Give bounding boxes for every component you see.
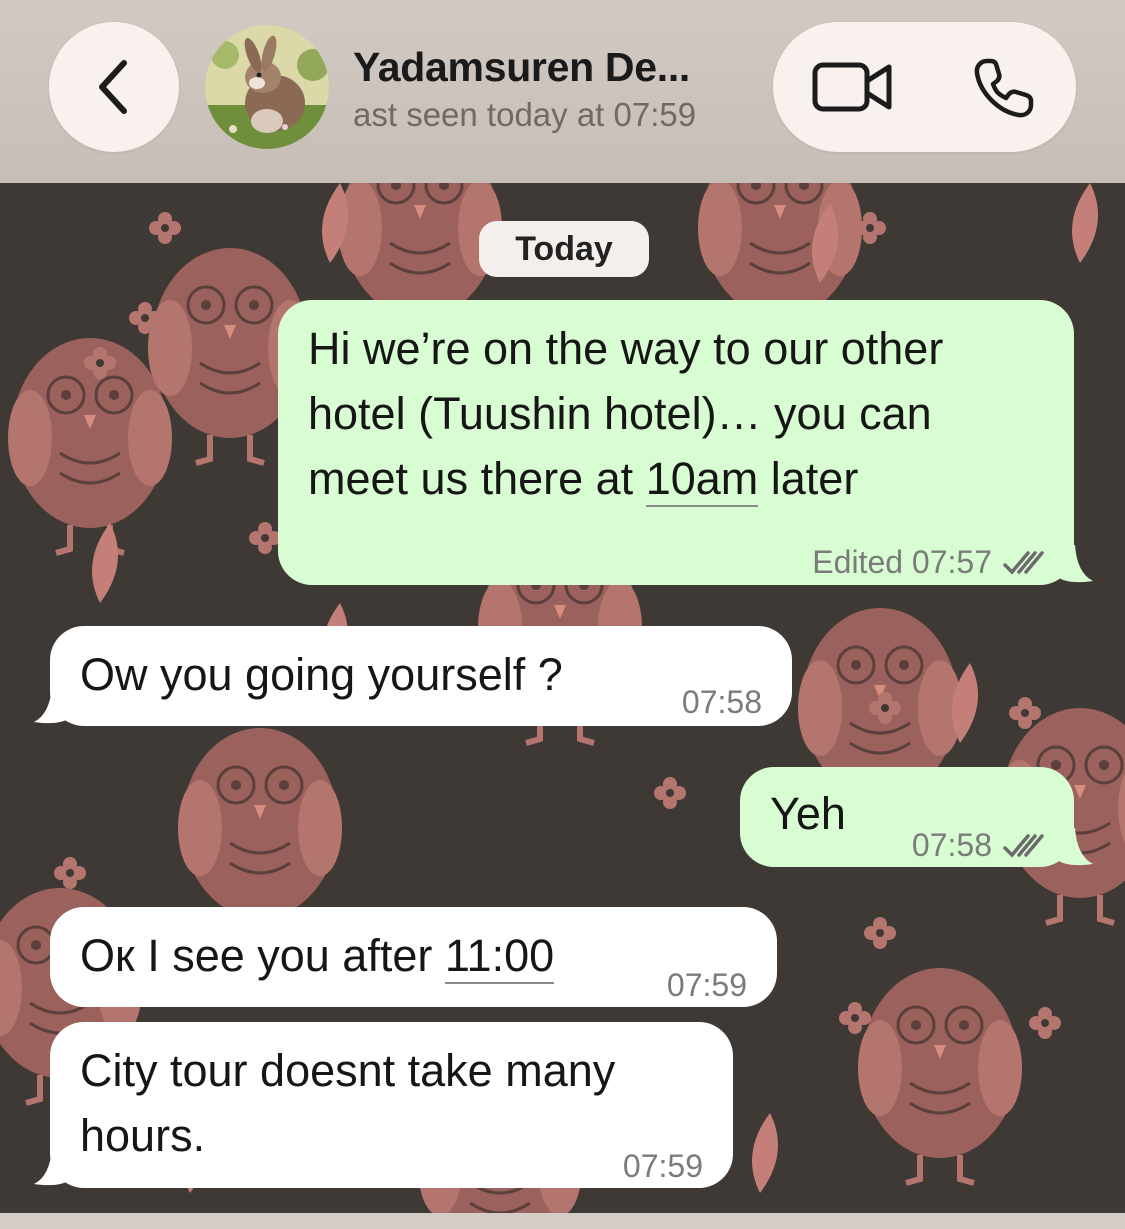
message-text: Hi we’re on the way to our other hotel (… (308, 316, 943, 511)
message-line: City tour doesnt take many (80, 1045, 616, 1096)
chat-header: Yadamsuren De... ast seen today at 07:59 (0, 0, 1125, 183)
phone-icon (974, 58, 1034, 118)
call-actions (773, 22, 1076, 152)
time-link[interactable]: 10am (645, 453, 759, 507)
message-text-start: Oк I see you after (80, 930, 445, 981)
chevron-left-icon (99, 60, 127, 114)
message-text: Oк I see you after 11:00 (80, 923, 555, 988)
bottom-bar (0, 1213, 1125, 1229)
contact-avatar[interactable] (205, 25, 329, 149)
rabbit-avatar-image (205, 25, 329, 149)
date-separator: Today (479, 221, 649, 277)
message-line: hotel (Tuushin hotel)… you can (308, 388, 932, 439)
message-line-start: meet us there at (308, 453, 646, 504)
video-camera-icon (812, 62, 892, 112)
message-meta: 07:58 (912, 813, 1046, 878)
message-time: 07:59 (622, 1148, 703, 1184)
message-time: 07:59 (666, 967, 747, 1003)
message-bubble-incoming[interactable]: City tour doesnt take many hours. 07:59 (50, 1022, 733, 1188)
message-text: Ow you going yourself ? (80, 649, 563, 700)
message-bubble-incoming[interactable]: Oк I see you after 11:00 07:59 (50, 907, 777, 1007)
message-text: City tour doesnt take many hours. (80, 1038, 615, 1168)
message-bubble-incoming[interactable]: Ow you going yourself ? 07:58 (50, 626, 792, 726)
message-text: Yeh (770, 788, 846, 839)
last-seen-status: ast seen today at 07:59 (353, 96, 697, 133)
contact-name[interactable]: Yadamsuren De... (353, 44, 690, 91)
message-bubble-outgoing[interactable]: Yeh 07:58 (740, 767, 1074, 867)
double-check-icon (1003, 833, 1044, 858)
message-time: 07:58 (911, 827, 992, 863)
message-line: hours. (80, 1110, 206, 1161)
message-time: 07:57 (911, 544, 992, 580)
voice-call-button[interactable] (971, 55, 1037, 121)
back-button[interactable] (49, 22, 179, 152)
video-call-button[interactable] (811, 57, 895, 117)
message-line-end: later (758, 453, 859, 504)
double-check-icon (1003, 550, 1044, 575)
message-line: Hi we’re on the way to our other (308, 323, 944, 374)
message-time: 07:58 (681, 684, 762, 720)
message-meta: Edited 07:57 (812, 530, 1046, 595)
time-link[interactable]: 11:00 (444, 930, 555, 984)
message-bubble-outgoing[interactable]: Hi we’re on the way to our other hotel (… (278, 300, 1074, 585)
message-line: meet us there at 10am later (308, 446, 943, 511)
edited-label: Edited (812, 544, 904, 580)
